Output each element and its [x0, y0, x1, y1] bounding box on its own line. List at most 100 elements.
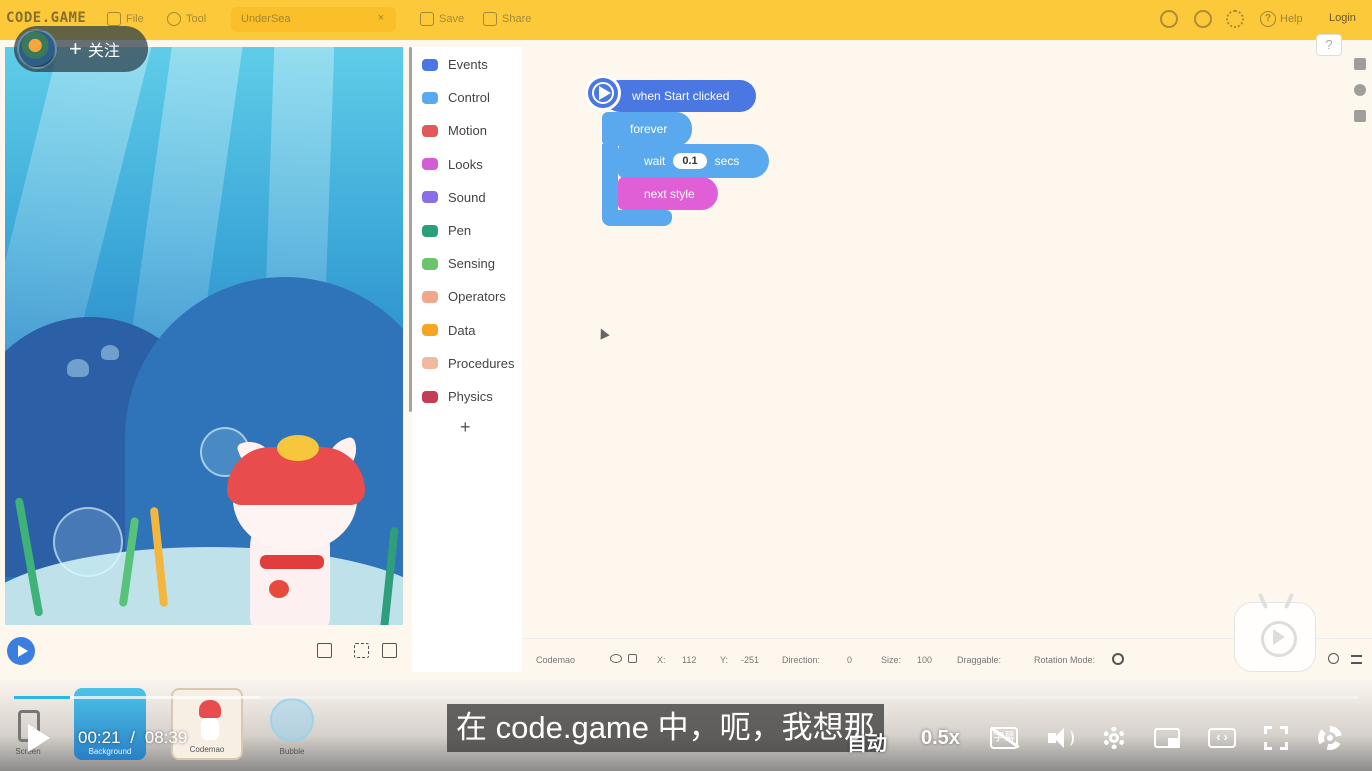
- volume-cone: [1054, 728, 1064, 748]
- volume-wave: [1064, 730, 1074, 746]
- control-icon: [422, 91, 438, 104]
- direction-value[interactable]: 0: [847, 655, 852, 665]
- help-icon[interactable]: ?: [1316, 34, 1342, 56]
- duration: 08:39: [144, 728, 188, 747]
- clear-icon[interactable]: ×: [378, 12, 384, 24]
- x-value[interactable]: 112: [682, 655, 696, 665]
- volume-button[interactable]: [1046, 724, 1074, 752]
- fullscreen-corner: [1280, 726, 1288, 734]
- wait-block[interactable]: wait 0.1 secs: [618, 144, 769, 178]
- time-separator: /: [130, 728, 136, 747]
- category-control[interactable]: Control: [422, 90, 490, 105]
- project-name-input[interactable]: UnderSea ×: [231, 7, 396, 32]
- category-looks[interactable]: Looks: [422, 157, 483, 172]
- bubble: [53, 507, 123, 577]
- costume-icon[interactable]: [1354, 58, 1366, 70]
- size-value[interactable]: 100: [917, 655, 932, 665]
- tool-menu[interactable]: Tool: [167, 12, 206, 26]
- category-label: Pen: [448, 223, 472, 238]
- rotation-mode-label: Rotation Mode:: [1034, 655, 1096, 665]
- category-label: Procedures: [448, 355, 515, 371]
- radiation-button[interactable]: [1316, 724, 1344, 752]
- y-value[interactable]: -251: [741, 655, 759, 665]
- time-display: 00:21 / 08:39: [78, 728, 187, 748]
- gear-icon[interactable]: [1226, 10, 1244, 28]
- help-icon: ?: [1260, 11, 1276, 27]
- codemao-belt: [260, 555, 324, 569]
- share-icon: [483, 12, 497, 26]
- add-extension-button[interactable]: +: [460, 417, 471, 438]
- fullscreen-icon[interactable]: [354, 643, 369, 658]
- gear-center: [1109, 733, 1119, 743]
- subtitle-caption: 在 code.game 中，呃，我想那: [447, 704, 884, 752]
- mascot-icon[interactable]: [1160, 10, 1178, 28]
- pen-icon: [422, 224, 438, 237]
- picture-in-picture-button[interactable]: [1154, 724, 1182, 752]
- community-icon[interactable]: [1194, 10, 1212, 28]
- when-start-clicked-block[interactable]: when Start clicked: [604, 80, 756, 112]
- lock-icon[interactable]: [628, 654, 637, 663]
- login-button[interactable]: Login: [1329, 12, 1356, 24]
- codemao-hat-star: [277, 435, 319, 461]
- file-menu-label: File: [126, 13, 144, 25]
- visible-eye-icon[interactable]: [610, 654, 622, 663]
- category-events[interactable]: Events: [422, 57, 488, 72]
- stage-canvas[interactable]: [5, 47, 403, 625]
- quality-button[interactable]: 自动: [847, 727, 887, 756]
- forever-block[interactable]: forever: [602, 112, 692, 146]
- hat-block-label: when Start clicked: [632, 89, 730, 103]
- speed-button[interactable]: 0.5x: [921, 727, 960, 750]
- category-sensing[interactable]: Sensing: [422, 256, 495, 271]
- microphone-icon[interactable]: [1354, 84, 1366, 96]
- bubble-thumb: [270, 698, 314, 742]
- menu-icon[interactable]: [1351, 655, 1362, 664]
- start-button[interactable]: [7, 637, 35, 665]
- category-motion[interactable]: Motion: [422, 123, 487, 138]
- chart-icon[interactable]: [1354, 110, 1366, 122]
- draggable-label: Draggable:: [957, 655, 1002, 665]
- category-data[interactable]: Data: [422, 323, 475, 338]
- share-button[interactable]: Share: [483, 12, 531, 26]
- size-label: Size:: [881, 655, 902, 665]
- start-flag-icon: [585, 75, 621, 111]
- category-physics[interactable]: Physics: [422, 389, 493, 404]
- zoom-in-icon[interactable]: [1328, 653, 1339, 664]
- physics-icon: [422, 390, 438, 403]
- top-toolbar: CODE.GAME File Tool UnderSea × Save Shar…: [0, 0, 1372, 40]
- pip-inner: [1168, 738, 1180, 748]
- wait-seconds-input[interactable]: 0.1: [673, 153, 707, 169]
- play-button[interactable]: [28, 724, 50, 752]
- rotation-mode-icon[interactable]: [1112, 653, 1124, 665]
- widescreen-button[interactable]: ‹ ›: [1208, 724, 1236, 752]
- radiation-center: [1327, 735, 1333, 741]
- category-sound[interactable]: Sound: [422, 190, 486, 205]
- forever-foot: [602, 210, 672, 226]
- follow-button[interactable]: + 关注: [14, 26, 148, 72]
- category-operators[interactable]: Operators: [422, 289, 506, 304]
- progress-played: [14, 696, 71, 699]
- next-style-label: next style: [644, 186, 695, 201]
- category-label: Sensing: [448, 256, 495, 272]
- help-label: Help: [1280, 13, 1303, 25]
- fullscreen-button[interactable]: [1262, 724, 1290, 752]
- sprite-bubble-label: Bubble: [279, 747, 305, 756]
- category-procedures[interactable]: Procedures: [422, 356, 514, 371]
- codegame-logo[interactable]: CODE.GAME: [6, 10, 86, 26]
- device-icon[interactable]: [317, 643, 332, 658]
- uploader-avatar[interactable]: [17, 29, 57, 69]
- file-icon: [107, 12, 121, 26]
- category-pen[interactable]: Pen: [422, 223, 471, 238]
- fullscreen-corner: [1264, 742, 1272, 750]
- bilibili-play-bubble[interactable]: [1234, 592, 1316, 672]
- subtitle-button[interactable]: 字幕: [990, 724, 1020, 752]
- category-label: Data: [448, 322, 476, 338]
- save-button[interactable]: Save: [420, 12, 464, 26]
- sprite-name[interactable]: Codemao: [536, 655, 575, 665]
- codemao-thumb: [199, 700, 221, 718]
- settings-button[interactable]: [1100, 724, 1128, 752]
- help-button[interactable]: ? Help: [1260, 11, 1303, 27]
- save-label: Save: [439, 13, 465, 25]
- grid-icon[interactable]: [382, 643, 397, 658]
- next-style-block[interactable]: next style: [618, 177, 718, 210]
- file-menu[interactable]: File: [107, 12, 144, 26]
